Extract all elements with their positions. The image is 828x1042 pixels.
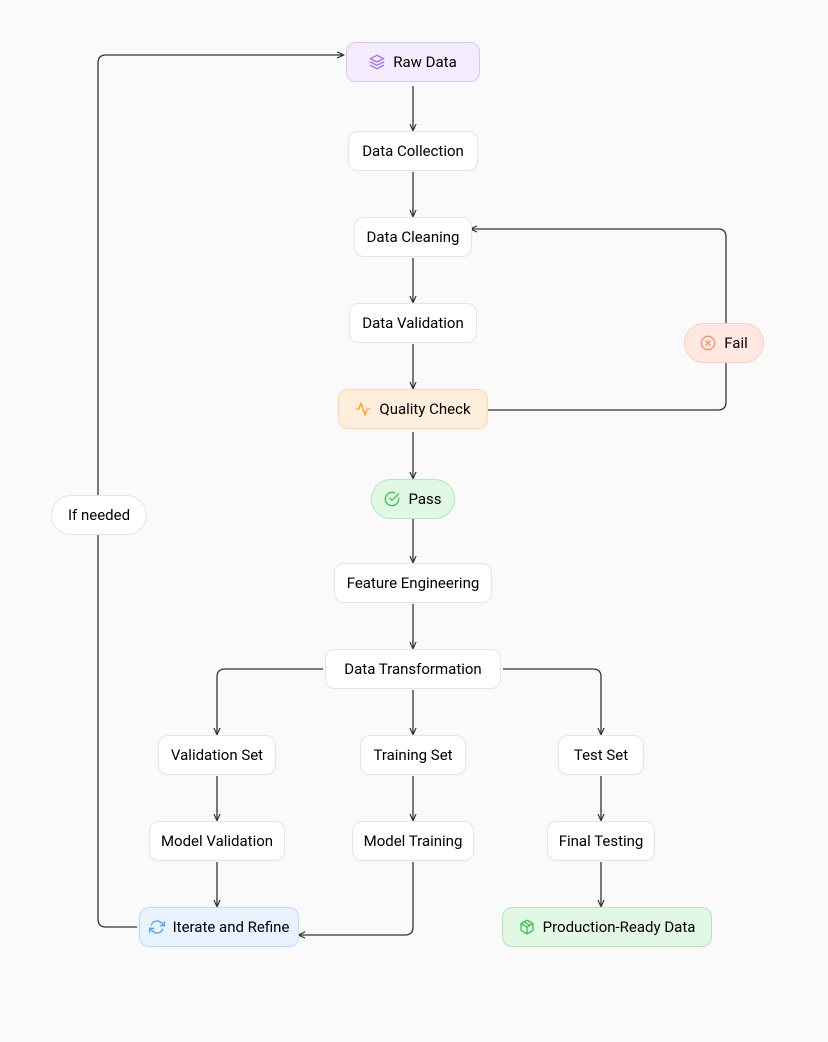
node-quality-check: Quality Check bbox=[338, 389, 488, 429]
check-circle-icon bbox=[384, 491, 400, 507]
node-label: Training Set bbox=[373, 746, 452, 764]
node-label: Model Validation bbox=[161, 832, 273, 850]
node-label: If needed bbox=[68, 506, 130, 524]
node-data-collection: Data Collection bbox=[348, 131, 478, 171]
x-circle-icon bbox=[700, 335, 716, 351]
activity-icon bbox=[355, 401, 371, 417]
node-test-set: Test Set bbox=[558, 735, 644, 775]
node-pass: Pass bbox=[371, 479, 455, 519]
package-icon bbox=[519, 919, 535, 935]
node-label: Validation Set bbox=[171, 746, 263, 764]
node-label: Raw Data bbox=[393, 53, 456, 71]
node-data-cleaning: Data Cleaning bbox=[354, 217, 472, 257]
node-validation-set: Validation Set bbox=[158, 735, 276, 775]
node-label: Pass bbox=[408, 490, 441, 508]
node-label: Data Transformation bbox=[344, 660, 481, 678]
node-training-set: Training Set bbox=[360, 735, 466, 775]
node-label: Data Cleaning bbox=[367, 228, 460, 246]
node-label: Model Training bbox=[364, 832, 463, 850]
node-label: Data Collection bbox=[362, 142, 464, 160]
node-label: Data Validation bbox=[362, 314, 463, 332]
node-label: Test Set bbox=[574, 746, 628, 764]
node-label: Quality Check bbox=[379, 400, 470, 418]
node-raw-data: Raw Data bbox=[346, 42, 480, 82]
node-model-training: Model Training bbox=[352, 821, 474, 861]
node-label: Iterate and Refine bbox=[173, 918, 290, 936]
node-feature-engineering: Feature Engineering bbox=[334, 563, 492, 603]
node-label: Production-Ready Data bbox=[543, 918, 696, 936]
node-final-testing: Final Testing bbox=[547, 821, 655, 861]
node-label: Fail bbox=[724, 334, 748, 352]
layers-icon bbox=[369, 54, 385, 70]
node-label: Final Testing bbox=[559, 832, 644, 850]
node-label: Feature Engineering bbox=[347, 574, 480, 592]
node-data-validation: Data Validation bbox=[349, 303, 477, 343]
node-if-needed: If needed bbox=[51, 495, 147, 535]
node-production-ready: Production-Ready Data bbox=[502, 907, 712, 947]
node-fail: Fail bbox=[684, 323, 764, 363]
node-model-validation: Model Validation bbox=[149, 821, 285, 861]
node-data-transformation: Data Transformation bbox=[325, 649, 501, 689]
refresh-icon bbox=[149, 919, 165, 935]
node-iterate-refine: Iterate and Refine bbox=[139, 907, 299, 947]
